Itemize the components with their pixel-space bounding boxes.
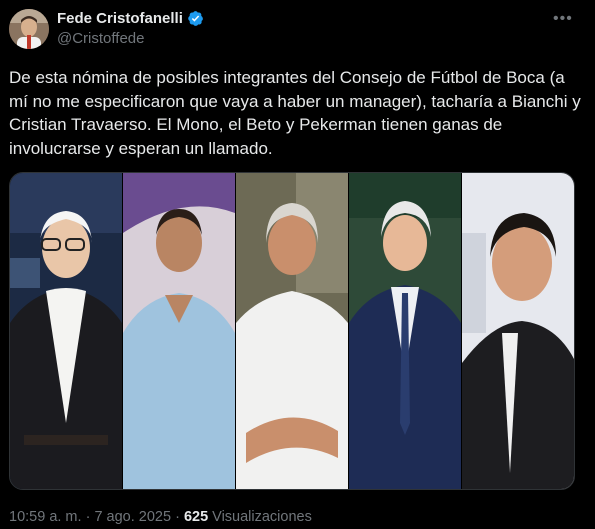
views-count[interactable]: 625 xyxy=(184,509,208,525)
media-panel-4 xyxy=(349,173,461,489)
media-panel-2 xyxy=(123,173,235,489)
footer-separator: · xyxy=(171,509,184,525)
views-label: Visualizaciones xyxy=(208,509,312,525)
media-panel-5 xyxy=(462,173,574,489)
tweet-media[interactable] xyxy=(9,172,575,490)
more-options-icon[interactable]: ••• xyxy=(553,10,573,28)
author-handle[interactable]: @Cristoffede xyxy=(57,30,145,47)
tweet-date[interactable]: 7 ago. 2025 xyxy=(94,509,171,525)
tweet-footer: 10:59 a. m. · 7 ago. 2025 · 625 Visualiz… xyxy=(9,509,312,525)
tweet-time[interactable]: 10:59 a. m. xyxy=(9,509,82,525)
author-name-row[interactable]: Fede Cristofanelli xyxy=(57,10,204,27)
media-panel-3 xyxy=(236,173,348,489)
verified-badge-icon xyxy=(188,11,203,26)
media-panel-1 xyxy=(10,173,122,489)
footer-separator: · xyxy=(81,509,95,525)
tweet-text: De esta nómina de posibles integrantes d… xyxy=(9,68,581,158)
author-name[interactable]: Fede Cristofanelli xyxy=(57,10,183,27)
author-avatar[interactable] xyxy=(9,9,49,49)
avatar-image xyxy=(9,9,49,49)
